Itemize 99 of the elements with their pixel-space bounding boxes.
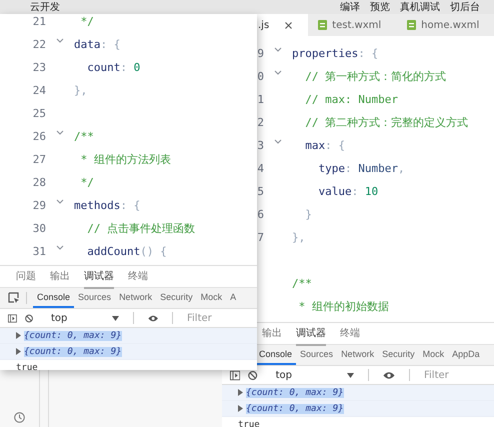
inspect-icon[interactable] [8,292,20,304]
menu-item[interactable]: 预览 [370,0,390,14]
line-number: 31 [32,245,46,258]
caret-icon [112,316,119,320]
code-line: */ [80,15,94,28]
clear-icon[interactable] [24,312,33,324]
code-line: max: { [304,139,345,152]
file-tab[interactable]: home.wxml [397,14,494,36]
log-object[interactable]: {count: 0, max: 9} [246,404,344,414]
devtools-tab[interactable]: Network [337,345,378,365]
menu-item[interactable]: 云开发 [30,0,60,14]
line-number: 7 [257,231,264,244]
context-dropdown[interactable]: top [266,370,354,380]
chevron-icon[interactable] [274,47,282,52]
panel-tab[interactable]: 终端 [340,323,360,346]
line-number: 5 [257,185,264,198]
code-line: methods: { [74,199,140,212]
expand-icon[interactable] [16,348,21,355]
menu-item[interactable]: 切后台 [450,0,480,14]
log-object[interactable]: {count: 0, max: 9} [246,388,344,398]
line-number: 25 [32,107,46,120]
line-number: 24 [32,84,46,97]
code-line: * 组件的初始数据 [298,299,389,314]
line-number: 21 [32,15,46,28]
chevron-icon[interactable] [56,245,64,250]
caret-icon [347,372,354,378]
code-line: value: 10 [317,185,378,198]
expand-icon[interactable] [16,332,21,339]
line-number: 22 [32,38,46,51]
devtools-tab[interactable]: Mock [196,288,226,308]
code-line: addCount() { [86,245,167,258]
file-tab[interactable]: test.wxml [308,14,398,36]
devtools-tab[interactable]: Sources [74,288,116,308]
log-value: true [16,362,38,370]
code-line: /** [74,130,94,143]
code-line: properties: { [292,47,378,60]
line-number: 28 [32,176,46,189]
code-line: count: 0 [86,61,140,74]
clear-icon[interactable] [248,370,258,380]
log-object[interactable]: {count: 0, max: 9} [24,330,122,340]
code-line: // 第二种方式：完整的定义方式 [304,115,468,130]
line-number: 4 [257,162,264,175]
devtools-tab[interactable]: Sources [296,345,338,365]
eye-icon[interactable] [148,314,158,322]
chevron-icon[interactable] [274,139,282,144]
context-dropdown[interactable]: top [40,312,119,324]
menu-item[interactable]: 编译 [340,0,360,14]
menu-item[interactable]: 真机调试 [400,0,440,14]
code-line: }, [292,231,306,244]
code-line: type: Number, [317,162,405,175]
line-number: 2 [257,116,264,129]
clock-icon[interactable] [14,412,25,423]
log-object[interactable]: {count: 0, max: 9} [24,346,122,356]
filter-field[interactable]: Filter [424,370,494,380]
code-line: // 第一种方式：简化的方式 [304,69,446,84]
devtools-tab[interactable]: A [226,288,240,308]
chevron-icon[interactable] [56,38,64,43]
devtools-tab[interactable]: Network [115,288,156,308]
chevron-icon[interactable] [56,130,64,135]
close-icon[interactable] [285,22,292,28]
code-line: }, [74,84,88,97]
file-tab[interactable]: .js [257,14,308,36]
line-number: 3 [257,139,264,152]
code-line: data: { [74,38,120,51]
line-number: 0 [257,70,264,83]
sidebar-icon[interactable] [230,370,240,380]
devtools-tab[interactable]: Security [378,345,419,365]
line-number: 6 [257,208,264,221]
code-line: */ [80,176,94,189]
code-line: /** [292,277,312,290]
line-number: 9 [257,47,264,60]
devtools-tab[interactable]: Console [33,288,74,308]
file-icon [407,20,416,30]
code-line: } [304,208,312,221]
devtools-tab[interactable]: AppDa [448,345,484,365]
code-line: // 点击事件处理函数 [86,221,196,236]
log-value: true [238,420,260,427]
line-number: 23 [32,61,46,74]
line-number: 27 [32,153,46,166]
expand-icon[interactable] [238,405,243,412]
devtools-tab[interactable]: Mock [418,345,448,365]
chevron-icon[interactable] [56,199,64,204]
chevron-icon[interactable] [274,70,282,75]
eye-icon[interactable] [383,370,395,380]
line-number: 1 [257,93,264,106]
sidebar-icon[interactable] [8,312,17,324]
line-number: 30 [32,222,46,235]
code-line: * 组件的方法列表 [80,152,171,167]
line-number: 26 [32,130,46,143]
code-line: // max: Number [304,93,398,106]
line-number: 29 [32,199,46,212]
filter-field[interactable]: Filter [187,312,257,324]
panel-tab[interactable]: 问题 [16,266,36,288]
devtools-tab[interactable]: Security [156,288,197,308]
panel-tab[interactable]: 输出 [262,323,282,346]
expand-icon[interactable] [238,389,243,396]
panel-tab[interactable]: 终端 [128,266,148,288]
file-icon [318,20,328,30]
panel-tab[interactable]: 输出 [50,266,70,288]
